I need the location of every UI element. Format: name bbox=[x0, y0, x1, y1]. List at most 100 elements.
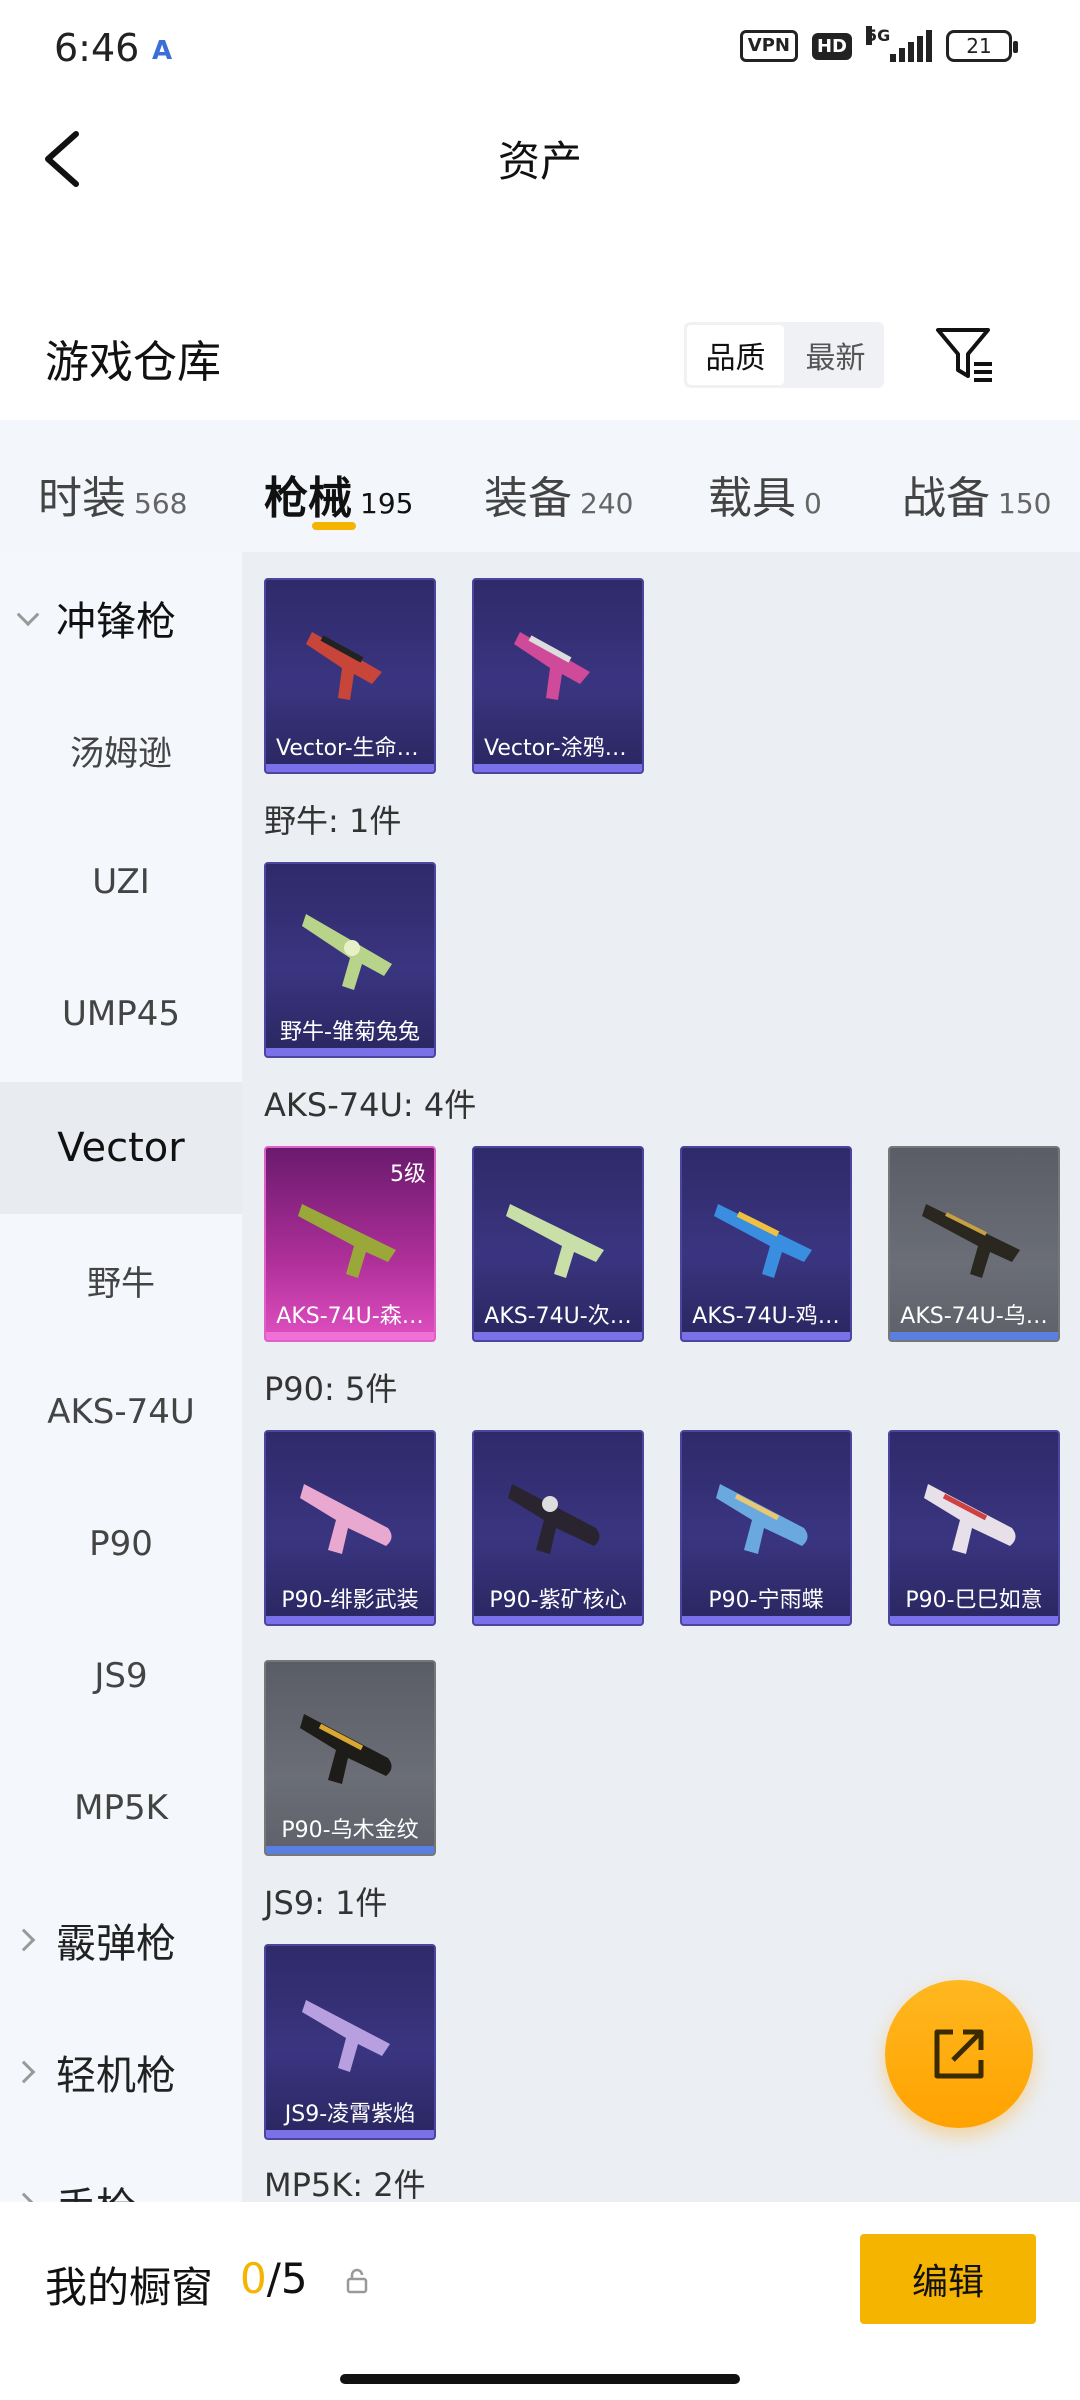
tab-supplies[interactable]: 战备 150 bbox=[902, 462, 1051, 526]
p90-skin-icon bbox=[924, 1484, 1016, 1554]
p90-skin-icon bbox=[300, 1484, 392, 1554]
vector-skin-icon bbox=[306, 632, 382, 700]
app-notification-icon: A bbox=[152, 36, 173, 66]
sidebar-group-label: 轻机枪 bbox=[56, 2053, 176, 2099]
chevron-right-icon bbox=[12, 1928, 36, 1952]
rarity-bar bbox=[266, 1616, 434, 1624]
showcase-count: 0/5 bbox=[240, 2254, 308, 2303]
weapon-card[interactable]: P90-紫矿核心 bbox=[472, 1430, 644, 1626]
weapon-card[interactable]: Vector-生命之种 bbox=[264, 578, 436, 774]
chevron-right-icon bbox=[12, 2192, 36, 2202]
tab-fashion[interactable]: 时装 568 bbox=[38, 462, 187, 526]
weapon-card-name: P90-乌木金纹 bbox=[281, 1818, 419, 1843]
signal-icon: 5G bbox=[866, 26, 932, 62]
weapon-card-name: AKS-74U-鸡… bbox=[692, 1304, 840, 1329]
rarity-bar bbox=[474, 1332, 642, 1340]
sidebar-item-js9[interactable]: JS9 bbox=[0, 1610, 242, 1742]
weapon-card-name: P90-巳巳如意 bbox=[905, 1588, 1043, 1613]
sidebar-group-pistol[interactable]: 手枪 bbox=[0, 2138, 242, 2202]
weapon-card[interactable]: AKS-74U-次… bbox=[472, 1146, 644, 1342]
p90-skin-icon bbox=[508, 1484, 600, 1554]
rarity-bar bbox=[890, 1332, 1058, 1340]
sidebar-group-label: 霰弹枪 bbox=[56, 1921, 176, 1967]
rarity-bar bbox=[266, 1332, 434, 1340]
tab-count: 150 bbox=[998, 487, 1052, 520]
aks74u-skin-icon bbox=[714, 1204, 812, 1278]
sidebar-item-mp5k[interactable]: MP5K bbox=[0, 1742, 242, 1874]
weapon-card[interactable]: 野牛-雏菊兔兔 bbox=[264, 862, 436, 1058]
home-indicator bbox=[340, 2374, 740, 2384]
chevron-down-icon bbox=[16, 603, 40, 627]
rarity-bar bbox=[890, 1616, 1058, 1624]
weapon-card[interactable]: JS9-凌霄紫焰 bbox=[264, 1944, 436, 2140]
network-type: 5G bbox=[866, 26, 891, 45]
section-label-mp5k: MP5K: 2件 bbox=[264, 2166, 426, 2202]
edit-button[interactable]: 编辑 bbox=[860, 2234, 1036, 2324]
tab-count: 195 bbox=[360, 487, 414, 520]
rarity-bar bbox=[266, 2130, 434, 2138]
rarity-bar bbox=[266, 764, 434, 772]
weapon-card[interactable]: P90-乌木金纹 bbox=[264, 1660, 436, 1856]
rarity-bar bbox=[682, 1616, 850, 1624]
page-title: 资产 bbox=[497, 137, 582, 186]
sort-newest-button[interactable]: 最新 bbox=[787, 322, 884, 388]
section-label-p90: P90: 5件 bbox=[264, 1370, 398, 1408]
tab-equipment[interactable]: 装备 240 bbox=[484, 462, 633, 526]
vector-skin-icon bbox=[514, 632, 590, 700]
sidebar-item-aks74u[interactable]: AKS-74U bbox=[0, 1346, 242, 1478]
weapon-card-name: P90-紫矿核心 bbox=[489, 1588, 627, 1613]
weapon-card-name: Vector-生命之种 bbox=[276, 736, 434, 761]
status-time: 6:46 bbox=[54, 26, 140, 70]
sort-toggle: 品质 最新 bbox=[684, 322, 884, 388]
weapon-card[interactable]: P90-绯影武装 bbox=[264, 1430, 436, 1626]
weapon-grid: Vector-生命之种 Vector-涂鸦狂想 野牛: 1件 野牛-雏菊兔兔 A… bbox=[242, 552, 1080, 2202]
sidebar-group-shotgun[interactable]: 霰弹枪 bbox=[0, 1874, 242, 2006]
p90-skin-icon bbox=[300, 1714, 392, 1784]
sidebar-item-thompson[interactable]: 汤姆逊 bbox=[0, 684, 242, 816]
filter-button[interactable] bbox=[930, 318, 1000, 388]
battery-level: 21 bbox=[966, 34, 992, 58]
showcase-current: 0 bbox=[240, 2254, 267, 2303]
share-button[interactable] bbox=[885, 1980, 1033, 2128]
sidebar-item-vector[interactable]: Vector bbox=[0, 1082, 242, 1214]
tab-label: 枪械 bbox=[264, 473, 352, 524]
showcase-title: 我的橱窗 bbox=[45, 2263, 214, 2312]
sidebar-group-label: 手枪 bbox=[56, 2175, 136, 2202]
weapon-card-name: AKS-74U-次… bbox=[484, 1304, 632, 1329]
sidebar-item-bison[interactable]: 野牛 bbox=[0, 1214, 242, 1346]
showcase-total: /5 bbox=[266, 2254, 308, 2303]
sidebar-group-smg[interactable]: 冲锋枪 bbox=[0, 552, 242, 684]
sidebar-item-p90[interactable]: P90 bbox=[0, 1478, 242, 1610]
vpn-badge: VPN bbox=[739, 30, 798, 62]
weapon-card[interactable]: AKS-74U-鸡… bbox=[680, 1146, 852, 1342]
weapon-card[interactable]: AKS-74U-乌… bbox=[888, 1146, 1060, 1342]
sidebar-group-label: 冲锋枪 bbox=[56, 599, 176, 645]
chevron-right-icon bbox=[12, 2060, 36, 2084]
status-bar: 6:46 A VPN HD 5G 21 bbox=[0, 0, 1080, 100]
status-indicators: VPN HD 5G 21 bbox=[739, 26, 1018, 62]
sidebar-item-ump45[interactable]: UMP45 bbox=[0, 948, 242, 1080]
sidebar-item-uzi[interactable]: UZI bbox=[0, 816, 242, 948]
section-label-bison: 野牛: 1件 bbox=[264, 802, 402, 840]
weapon-card-name: P90-绯影武装 bbox=[281, 1588, 419, 1613]
weapon-card-name: AKS-74U-森… bbox=[276, 1304, 424, 1329]
weapon-card[interactable]: 5级 AKS-74U-森… bbox=[264, 1146, 436, 1342]
lock-icon bbox=[346, 2268, 368, 2294]
tab-firearms[interactable]: 枪械 195 bbox=[264, 462, 413, 526]
weapon-card[interactable]: P90-宁雨蝶 bbox=[680, 1430, 852, 1626]
weapon-card[interactable]: P90-巳巳如意 bbox=[888, 1430, 1060, 1626]
weapon-card-name: P90-宁雨蝶 bbox=[708, 1588, 824, 1613]
warehouse-title: 游戏仓库 bbox=[45, 337, 221, 388]
showcase-bar: 我的橱窗 0/5 编辑 bbox=[0, 2202, 1080, 2400]
weapon-card-name: AKS-74U-乌… bbox=[900, 1304, 1048, 1329]
bison-skin-icon bbox=[302, 914, 392, 990]
weapon-card[interactable]: Vector-涂鸦狂想 bbox=[472, 578, 644, 774]
tab-label: 战备 bbox=[902, 473, 990, 524]
tab-count: 0 bbox=[804, 487, 822, 520]
rarity-bar bbox=[474, 1616, 642, 1624]
tab-count: 568 bbox=[134, 487, 188, 520]
tab-vehicles[interactable]: 载具 0 bbox=[708, 462, 822, 526]
sort-quality-button[interactable]: 品质 bbox=[687, 325, 784, 385]
sidebar-group-lmg[interactable]: 轻机枪 bbox=[0, 2006, 242, 2138]
battery-icon: 21 bbox=[946, 30, 1018, 62]
